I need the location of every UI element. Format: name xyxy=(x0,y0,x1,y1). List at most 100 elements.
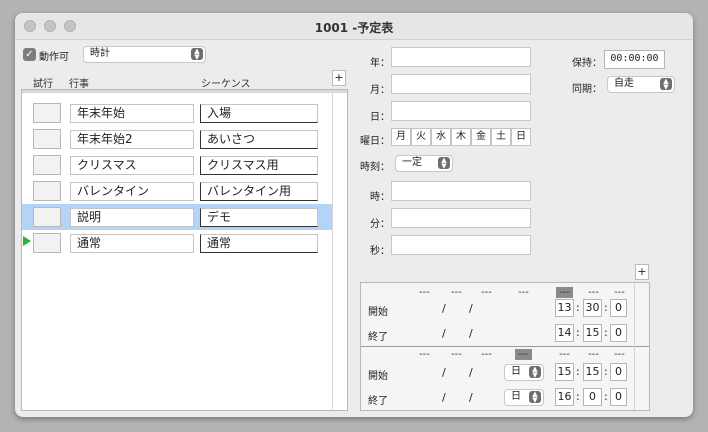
date-slash: / xyxy=(442,366,446,379)
day-popup-value: 日 xyxy=(511,391,521,402)
column-dash: --- xyxy=(419,349,430,360)
weekday-toggle[interactable]: 水 xyxy=(431,128,451,146)
year-field[interactable] xyxy=(391,47,531,67)
sequence-field[interactable]: あいさつ xyxy=(200,130,318,149)
sequence-field[interactable]: バレンタイン用 xyxy=(200,182,318,201)
hold-field[interactable]: 00:00:00 xyxy=(604,50,665,69)
weekday-toggle[interactable]: 月 xyxy=(391,128,411,146)
day-label: 日： xyxy=(370,112,390,123)
day-field[interactable] xyxy=(391,101,531,121)
sequence-field[interactable]: 通常 xyxy=(200,234,318,253)
column-dash: --- xyxy=(518,287,529,298)
column-dash: --- xyxy=(451,349,462,360)
hour-field[interactable]: 16 xyxy=(555,388,574,406)
window-title: 1001 -予定表 xyxy=(314,21,394,35)
weekday-toggle[interactable]: 土 xyxy=(491,128,511,146)
weekday-toggle[interactable]: 日 xyxy=(511,128,531,146)
date-slash: / xyxy=(442,302,446,315)
day-popup-value: 日 xyxy=(511,366,521,377)
date-slash: / xyxy=(469,366,473,379)
schedule-window: 1001 -予定表 ✓ 動作可 時計 ▲ ▼ 試行 行事 シーケンス + 年末年始… xyxy=(15,13,693,417)
chevron-updown-icon: ▲ ▼ xyxy=(438,157,450,170)
hour-field[interactable]: 14 xyxy=(555,324,574,342)
minute-field[interactable]: 30 xyxy=(583,299,602,317)
event-name-field[interactable]: 説明 xyxy=(70,208,194,227)
test-button[interactable] xyxy=(33,207,61,227)
hour-field[interactable] xyxy=(391,181,531,201)
title-bar: 1001 -予定表 xyxy=(15,13,693,40)
chevron-updown-icon: ▲ ▼ xyxy=(529,366,541,379)
chevron-updown-icon: ▲ ▼ xyxy=(191,48,203,61)
column-header-event: 行事 xyxy=(69,79,89,90)
enabled-label: 動作可 xyxy=(39,52,69,63)
sequence-field[interactable]: クリスマス用 xyxy=(200,156,318,175)
sync-label: 同期： xyxy=(572,84,602,95)
time-colon: : xyxy=(604,365,608,378)
hour-field[interactable]: 13 xyxy=(555,299,574,317)
weekday-label: 曜日： xyxy=(360,136,390,147)
mode-popup[interactable]: 時計 ▲ ▼ xyxy=(83,46,206,63)
time-mode-value: 一定 xyxy=(402,157,422,168)
hour-field[interactable]: 15 xyxy=(555,363,574,381)
second-field[interactable]: 0 xyxy=(610,324,627,342)
weekday-toggle[interactable]: 火 xyxy=(411,128,431,146)
column-dash: --- xyxy=(481,349,492,360)
sequence-field[interactable]: デモ xyxy=(200,208,318,227)
day-popup[interactable]: 日 ▲ ▼ xyxy=(504,389,544,406)
second-field[interactable]: 0 xyxy=(610,363,627,381)
test-button[interactable] xyxy=(33,155,61,175)
test-button[interactable] xyxy=(33,181,61,201)
sequence-field[interactable]: 入場 xyxy=(200,104,318,123)
minute-label: 分： xyxy=(370,219,390,230)
event-name-field[interactable]: バレンタイン xyxy=(70,182,194,201)
chevron-updown-icon: ▲ ▼ xyxy=(660,78,672,91)
event-name-field[interactable]: 年末年始2 xyxy=(70,130,194,149)
month-label: 月： xyxy=(370,85,390,96)
year-label: 年： xyxy=(370,58,390,69)
second-label: 秒： xyxy=(370,246,390,257)
second-field[interactable]: 0 xyxy=(610,299,627,317)
mode-value: 時計 xyxy=(90,48,110,59)
time-mode-label: 時刻： xyxy=(360,162,390,173)
event-name-field[interactable]: 通常 xyxy=(70,234,194,253)
date-slash: / xyxy=(442,391,446,404)
weekday-toggle[interactable]: 木 xyxy=(451,128,471,146)
row-label: 終了 xyxy=(368,396,388,407)
row-label: 開始 xyxy=(368,371,388,382)
test-button[interactable] xyxy=(33,103,61,123)
play-marker-icon xyxy=(23,236,31,246)
column-dash: --- xyxy=(614,349,625,360)
hour-label: 時： xyxy=(370,192,390,203)
chevron-updown-icon: ▲ ▼ xyxy=(529,391,541,404)
column-dash: --- xyxy=(588,287,599,298)
time-colon: : xyxy=(576,326,580,339)
second-field[interactable] xyxy=(391,235,531,255)
enabled-checkbox[interactable]: ✓ xyxy=(23,48,36,61)
sync-popup[interactable]: 自走 ▲ ▼ xyxy=(607,76,675,93)
add-schedule-button[interactable]: + xyxy=(635,264,649,280)
test-button[interactable] xyxy=(33,233,61,253)
minute-field[interactable]: 0 xyxy=(583,388,602,406)
time-colon: : xyxy=(604,326,608,339)
column-dash: --- xyxy=(614,287,625,298)
time-colon: : xyxy=(576,390,580,403)
add-row-button[interactable]: + xyxy=(332,70,346,86)
weekday-toggle[interactable]: 金 xyxy=(471,128,491,146)
minute-field[interactable]: 15 xyxy=(583,363,602,381)
test-button[interactable] xyxy=(33,129,61,149)
minute-field[interactable]: 15 xyxy=(583,324,602,342)
second-field[interactable]: 0 xyxy=(610,388,627,406)
day-popup[interactable]: 日 ▲ ▼ xyxy=(504,364,544,381)
sync-value: 自走 xyxy=(614,78,634,89)
event-table: 年末年始 入場 年末年始2 あいさつ クリスマス クリスマス用 バレンタイン バレンタイン用説… xyxy=(21,89,348,411)
minute-field[interactable] xyxy=(391,208,531,228)
event-name-field[interactable]: 年末年始 xyxy=(70,104,194,123)
column-dash: --- xyxy=(451,287,462,298)
month-field[interactable] xyxy=(391,74,531,94)
column-dash: --- xyxy=(481,287,492,298)
column-dash: --- xyxy=(559,349,570,360)
column-dash: --- xyxy=(588,349,599,360)
event-name-field[interactable]: クリスマス xyxy=(70,156,194,175)
column-dash: --- xyxy=(419,287,430,298)
time-mode-popup[interactable]: 一定 ▲ ▼ xyxy=(395,155,453,172)
